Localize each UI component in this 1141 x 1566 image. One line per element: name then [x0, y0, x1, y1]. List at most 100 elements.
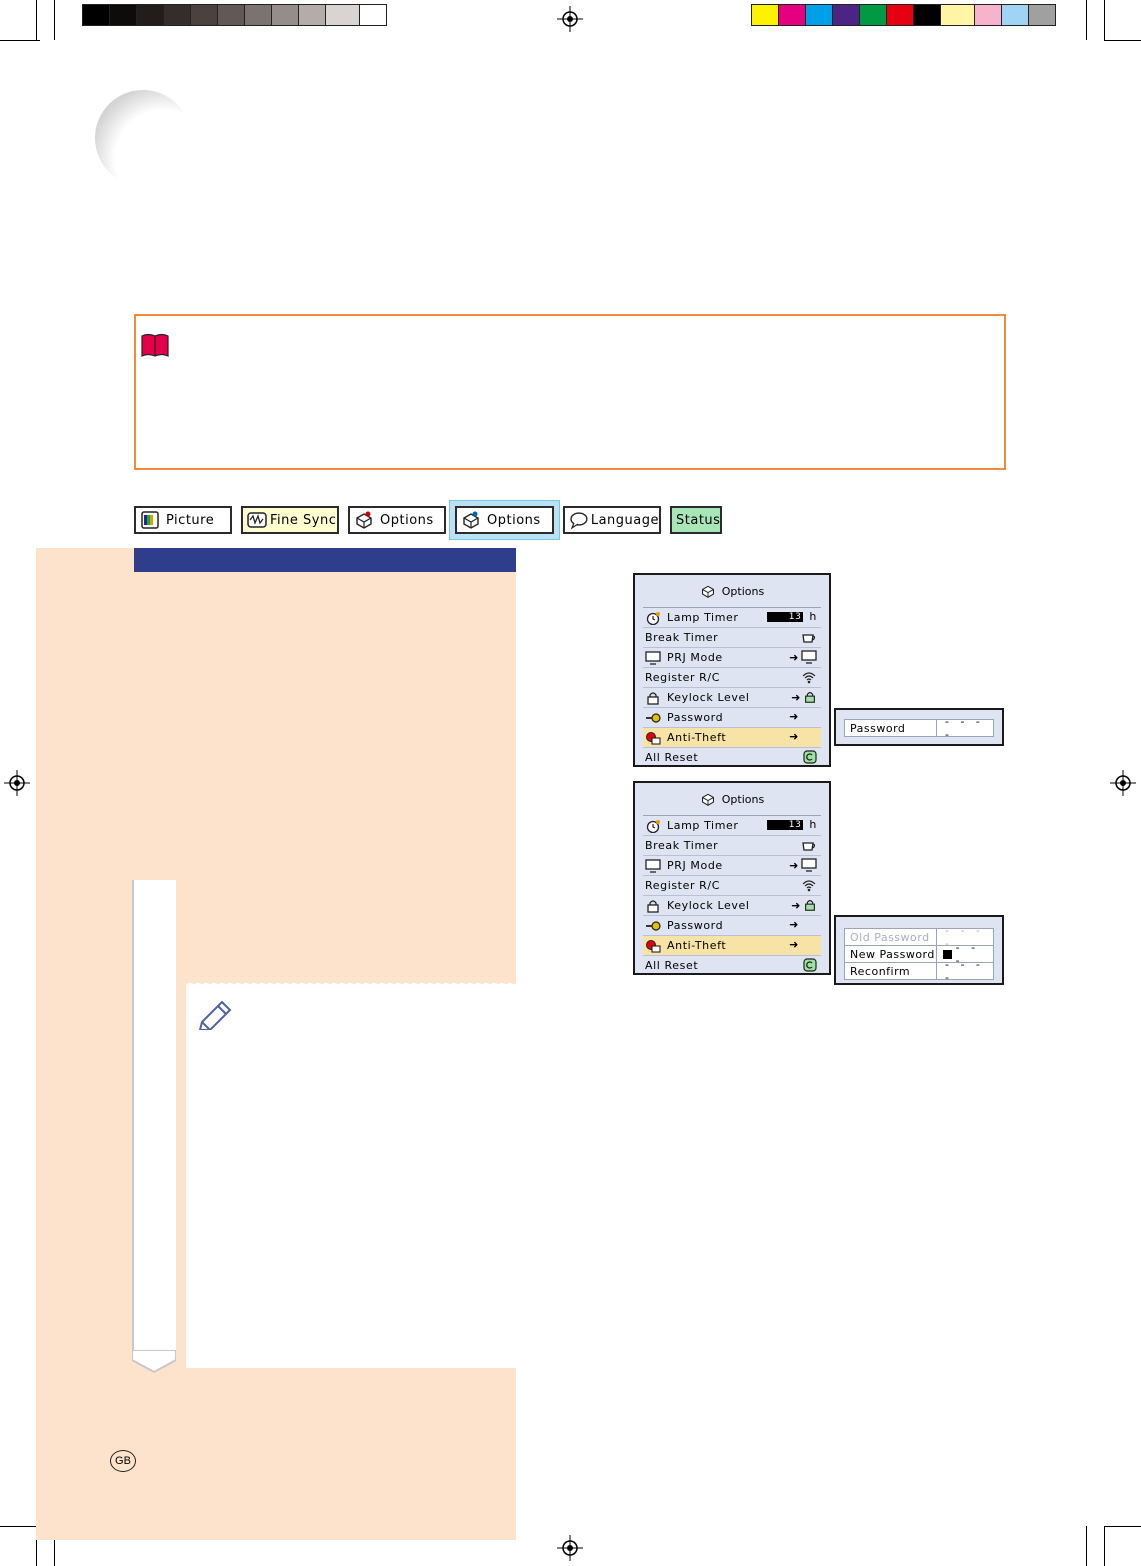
crop-mark [1104, 40, 1141, 41]
menu-title-text: Options [721, 792, 765, 806]
crop-mark [1104, 1526, 1141, 1527]
menu-item-anti-theft[interactable]: Anti-Theft ➜ [643, 728, 821, 748]
old-password-label: Old Password [845, 929, 937, 945]
options-menu-2: Options Lamp Timer 13 h Break Timer PRJ M… [633, 781, 831, 975]
tab-language[interactable]: Language [563, 506, 661, 534]
tab-options-1[interactable]: Options [348, 506, 446, 534]
menu-item-password[interactable]: Password ➜ [643, 916, 821, 936]
menu-item-register-rc[interactable]: Register R/C [643, 876, 821, 896]
options-icon [463, 511, 479, 529]
menu-item-label: Break Timer [645, 839, 719, 852]
monitor-icon [801, 858, 817, 872]
menu-item-prj-mode[interactable]: PRJ Mode ➜ [643, 648, 821, 668]
menu-item-label: Register R/C [645, 879, 721, 892]
registration-mark-icon [557, 1535, 583, 1561]
tab-label: Language [590, 512, 659, 528]
note-area [186, 984, 516, 1368]
pencil-note-icon [198, 1000, 232, 1030]
key-icon [646, 920, 661, 931]
clock-icon [646, 611, 660, 625]
region-badge-label: GB [115, 1455, 131, 1467]
lamp-unit: h [809, 610, 817, 623]
lamp-hours-value: 13 [767, 611, 804, 622]
menu-item-label: Lamp Timer [667, 819, 739, 832]
menu-item-break-timer[interactable]: Break Timer [643, 628, 821, 648]
menu-item-label: Lamp Timer [667, 611, 739, 624]
monitor-icon [645, 650, 661, 665]
options-icon [701, 585, 714, 598]
crop-mark [1086, 0, 1087, 40]
tab-label: Status [676, 512, 721, 528]
lamp-hours-value: 13 [767, 819, 804, 830]
menu-item-register-rc[interactable]: Register R/C [643, 668, 821, 688]
tab-status[interactable]: Status [670, 506, 722, 534]
tab-label: Options [380, 512, 434, 528]
side-tab-point [132, 1350, 176, 1374]
password-field[interactable]: Password - - - - [844, 715, 994, 741]
menu-item-keylock-level[interactable]: Keylock Level ➜ [643, 896, 821, 916]
options-icon [356, 511, 372, 529]
menu-title: Options [635, 579, 829, 603]
menu-title: Options [635, 787, 829, 811]
menu-item-label: Anti-Theft [667, 939, 727, 952]
menu-item-keylock-level[interactable]: Keylock Level ➜ [643, 688, 821, 708]
menu-title-text: Options [721, 584, 765, 598]
registration-mark-icon [557, 6, 583, 32]
crop-mark [0, 40, 40, 41]
lock-icon [647, 691, 659, 705]
password-popup: Password - - - - [834, 708, 1004, 746]
reset-icon [803, 958, 817, 972]
monitor-icon [645, 858, 661, 873]
side-tab-column [132, 880, 176, 1352]
anti-theft-icon [646, 731, 661, 745]
crop-mark [1104, 1526, 1105, 1566]
password-label: Password [845, 720, 937, 736]
crop-mark [0, 1526, 40, 1527]
monitor-icon [801, 650, 817, 664]
key-icon [646, 712, 661, 723]
menu-item-label: Register R/C [645, 671, 721, 684]
info-note-box [134, 314, 1006, 470]
menu-item-prj-mode[interactable]: PRJ Mode ➜ [643, 856, 821, 876]
options-icon [701, 793, 714, 806]
reconfirm-field[interactable]: Reconfirm - - - - [844, 958, 994, 984]
crop-mark [1086, 1526, 1087, 1566]
tab-label: Options [487, 512, 541, 528]
menu-item-password[interactable]: Password ➜ [643, 708, 821, 728]
menu-item-anti-theft[interactable]: Anti-Theft ➜ [643, 936, 821, 956]
registration-mark-icon [4, 770, 30, 796]
region-badge: GB [110, 1450, 136, 1472]
lock-icon [805, 900, 815, 911]
tab-options-2[interactable]: Options [455, 506, 554, 534]
tab-fine-sync[interactable]: Fine Sync [241, 506, 339, 534]
scalloped-edge [186, 978, 516, 988]
menu-item-label: All Reset [645, 959, 699, 972]
menu-item-all-reset[interactable]: All Reset [643, 956, 821, 975]
new-password-label: New Password [845, 946, 937, 962]
options-menu-1: Options Lamp Timer 13 h Break Timer PRJ M… [633, 573, 831, 767]
menu-item-label: Anti-Theft [667, 731, 727, 744]
signal-icon [802, 672, 816, 684]
reset-icon [803, 750, 817, 764]
crop-mark [1104, 0, 1105, 40]
menu-item-label: Keylock Level [667, 691, 750, 704]
menu-item-all-reset[interactable]: All Reset [643, 748, 821, 767]
reconfirm-label: Reconfirm [845, 963, 937, 979]
lock-icon [805, 692, 815, 703]
menu-item-break-timer[interactable]: Break Timer [643, 836, 821, 856]
coffee-cup-icon [802, 634, 816, 643]
crop-mark [54, 0, 55, 40]
tab-label: Fine Sync [270, 512, 337, 528]
speech-bubble-icon [570, 512, 588, 530]
menu-item-label: Keylock Level [667, 899, 750, 912]
signal-icon [802, 880, 816, 892]
step-circle-decoration [95, 90, 191, 186]
fine-sync-icon [247, 512, 267, 528]
menu-item-label: Password [667, 711, 724, 724]
coffee-cup-icon [802, 842, 816, 851]
menu-item-lamp-timer[interactable]: Lamp Timer 13 h [643, 608, 821, 628]
menu-item-lamp-timer[interactable]: Lamp Timer 13 h [643, 816, 821, 836]
menu-item-label: PRJ Mode [667, 651, 723, 664]
tab-label: Picture [166, 512, 215, 528]
tab-picture[interactable]: Picture [134, 506, 232, 534]
